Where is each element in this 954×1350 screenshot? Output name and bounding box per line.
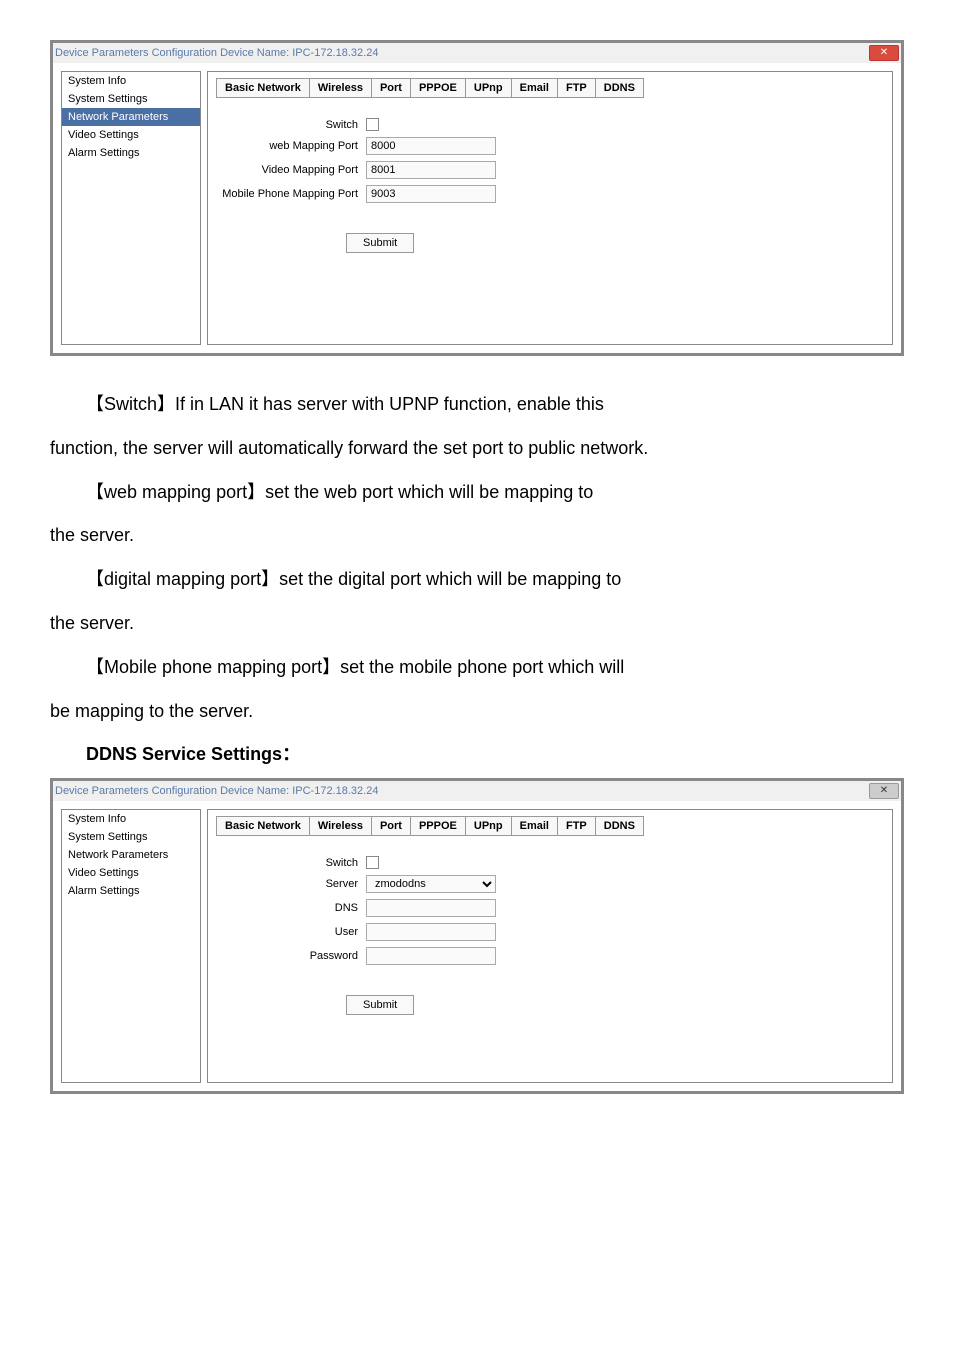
- tab-pppoe[interactable]: PPPOE: [410, 816, 466, 836]
- sidebar: System Info System Settings Network Para…: [61, 809, 201, 1083]
- sidebar-item-alarm-settings[interactable]: Alarm Settings: [62, 144, 200, 162]
- tab-ddns[interactable]: DDNS: [595, 78, 644, 98]
- select-server[interactable]: zmododns: [366, 875, 496, 893]
- sidebar-item-network-parameters[interactable]: Network Parameters: [62, 846, 200, 864]
- para-switch-cont: function, the server will automatically …: [50, 430, 904, 468]
- tab-port[interactable]: Port: [371, 816, 411, 836]
- label-password: Password: [216, 950, 366, 962]
- label-video-port: Video Mapping Port: [216, 164, 366, 176]
- para-digital-mapping: 【digital mapping port】set the digital po…: [50, 561, 904, 599]
- row-mobile-port: Mobile Phone Mapping Port: [216, 185, 884, 203]
- checkbox-switch[interactable]: [366, 856, 379, 869]
- row-user: User: [216, 923, 884, 941]
- window-title: Device Parameters Configuration Device N…: [55, 47, 378, 59]
- sidebar-item-system-info[interactable]: System Info: [62, 810, 200, 828]
- para-digital-mapping-cont: the server.: [50, 605, 904, 643]
- row-web-port: web Mapping Port: [216, 137, 884, 155]
- label-switch: Switch: [216, 119, 366, 131]
- sidebar-item-video-settings[interactable]: Video Settings: [62, 864, 200, 882]
- tab-ftp[interactable]: FTP: [557, 78, 596, 98]
- tab-row: Basic Network Wireless Port PPPOE UPnp E…: [216, 78, 884, 98]
- tab-upnp[interactable]: UPnp: [465, 816, 512, 836]
- row-switch: Switch: [216, 118, 884, 131]
- tab-wireless[interactable]: Wireless: [309, 78, 372, 98]
- label-user: User: [216, 926, 366, 938]
- input-password[interactable]: [366, 947, 496, 965]
- para-web-mapping-cont: the server.: [50, 517, 904, 555]
- tab-basic-network[interactable]: Basic Network: [216, 78, 310, 98]
- label-mobile-port: Mobile Phone Mapping Port: [216, 188, 366, 200]
- titlebar: Device Parameters Configuration Device N…: [53, 781, 901, 801]
- close-icon[interactable]: ✕: [869, 45, 899, 61]
- label-web-port: web Mapping Port: [216, 140, 366, 152]
- dialog-upnp: Device Parameters Configuration Device N…: [50, 40, 904, 356]
- main-panel: Basic Network Wireless Port PPPOE UPnp E…: [207, 71, 893, 345]
- submit-button[interactable]: Submit: [346, 995, 414, 1015]
- input-mobile-port[interactable]: [366, 185, 496, 203]
- sidebar-item-system-settings[interactable]: System Settings: [62, 90, 200, 108]
- close-icon[interactable]: ✕: [869, 783, 899, 799]
- tab-email[interactable]: Email: [511, 78, 558, 98]
- tab-row: Basic Network Wireless Port PPPOE UPnp E…: [216, 816, 884, 836]
- titlebar: Device Parameters Configuration Device N…: [53, 43, 901, 63]
- sidebar-item-network-parameters[interactable]: Network Parameters: [62, 108, 200, 126]
- dialog-body: System Info System Settings Network Para…: [53, 63, 901, 353]
- input-video-port[interactable]: [366, 161, 496, 179]
- submit-row: Submit: [216, 233, 884, 253]
- tab-email[interactable]: Email: [511, 816, 558, 836]
- sidebar-item-system-settings[interactable]: System Settings: [62, 828, 200, 846]
- row-server: Server zmododns: [216, 875, 884, 893]
- para-switch: 【Switch】If in LAN it has server with UPN…: [50, 386, 904, 424]
- sidebar-item-system-info[interactable]: System Info: [62, 72, 200, 90]
- input-user[interactable]: [366, 923, 496, 941]
- input-dns[interactable]: [366, 899, 496, 917]
- label-switch: Switch: [216, 857, 366, 869]
- row-password: Password: [216, 947, 884, 965]
- window-title: Device Parameters Configuration Device N…: [55, 785, 378, 797]
- row-switch: Switch: [216, 856, 884, 869]
- main-panel: Basic Network Wireless Port PPPOE UPnp E…: [207, 809, 893, 1083]
- sidebar: System Info System Settings Network Para…: [61, 71, 201, 345]
- tab-ftp[interactable]: FTP: [557, 816, 596, 836]
- tab-upnp[interactable]: UPnp: [465, 78, 512, 98]
- sidebar-item-alarm-settings[interactable]: Alarm Settings: [62, 882, 200, 900]
- sidebar-item-video-settings[interactable]: Video Settings: [62, 126, 200, 144]
- dialog-body: System Info System Settings Network Para…: [53, 801, 901, 1091]
- tab-pppoe[interactable]: PPPOE: [410, 78, 466, 98]
- label-server: Server: [216, 878, 366, 890]
- row-dns: DNS: [216, 899, 884, 917]
- dialog-ddns: Device Parameters Configuration Device N…: [50, 778, 904, 1094]
- ddns-heading: DDNS Service Settings：: [50, 740, 904, 766]
- para-mobile-mapping-cont: be mapping to the server.: [50, 693, 904, 731]
- row-video-port: Video Mapping Port: [216, 161, 884, 179]
- tab-wireless[interactable]: Wireless: [309, 816, 372, 836]
- para-web-mapping: 【web mapping port】set the web port which…: [50, 474, 904, 512]
- checkbox-switch[interactable]: [366, 118, 379, 131]
- label-dns: DNS: [216, 902, 366, 914]
- tab-port[interactable]: Port: [371, 78, 411, 98]
- tab-ddns[interactable]: DDNS: [595, 816, 644, 836]
- submit-row: Submit: [216, 995, 884, 1015]
- submit-button[interactable]: Submit: [346, 233, 414, 253]
- tab-basic-network[interactable]: Basic Network: [216, 816, 310, 836]
- input-web-port[interactable]: [366, 137, 496, 155]
- para-mobile-mapping: 【Mobile phone mapping port】set the mobil…: [50, 649, 904, 687]
